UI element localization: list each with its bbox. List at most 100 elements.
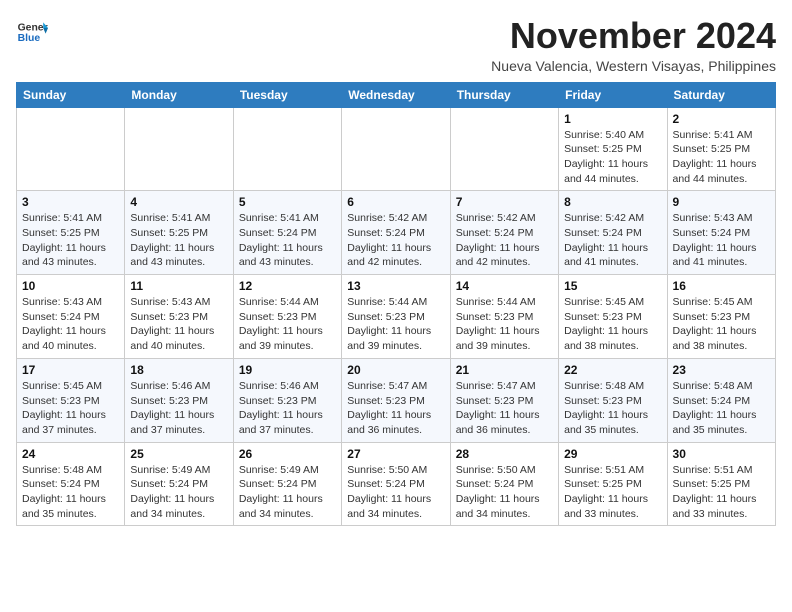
calendar-cell: 4Sunrise: 5:41 AM Sunset: 5:25 PM Daylig… bbox=[125, 191, 233, 275]
calendar-week-row: 1 Sunrise: 5:40 AM Sunset: 5:25 PM Daylig… bbox=[17, 107, 776, 191]
day-info: Sunrise: 5:45 AM Sunset: 5:23 PM Dayligh… bbox=[564, 295, 661, 354]
calendar-cell: 9 Sunrise: 5:43 AM Sunset: 5:24 PM Daylig… bbox=[667, 191, 775, 275]
day-info: Sunrise: 5:48 AM Sunset: 5:24 PM Dayligh… bbox=[673, 379, 770, 438]
calendar-week-row: 10 Sunrise: 5:43 AM Sunset: 5:24 PM Dayli… bbox=[17, 275, 776, 359]
calendar-cell bbox=[125, 107, 233, 191]
calendar-cell: 25 Sunrise: 5:49 AM Sunset: 5:24 PM Dayli… bbox=[125, 442, 233, 526]
day-number: 4 bbox=[130, 195, 227, 209]
logo: General Blue bbox=[16, 16, 48, 48]
day-number: 9 bbox=[673, 195, 770, 209]
logo-icon: General Blue bbox=[16, 16, 48, 48]
day-info: Sunrise: 5:46 AM Sunset: 5:23 PM Dayligh… bbox=[239, 379, 336, 438]
day-number: 12 bbox=[239, 279, 336, 293]
calendar-cell: 17 Sunrise: 5:45 AM Sunset: 5:23 PM Dayli… bbox=[17, 358, 125, 442]
calendar-cell: 29 Sunrise: 5:51 AM Sunset: 5:25 PM Dayli… bbox=[559, 442, 667, 526]
day-info: Sunrise: 5:50 AM Sunset: 5:24 PM Dayligh… bbox=[456, 463, 553, 522]
calendar-week-row: 17 Sunrise: 5:45 AM Sunset: 5:23 PM Dayli… bbox=[17, 358, 776, 442]
calendar-cell: 6 Sunrise: 5:42 AM Sunset: 5:24 PM Daylig… bbox=[342, 191, 450, 275]
day-info: Sunrise: 5:51 AM Sunset: 5:25 PM Dayligh… bbox=[673, 463, 770, 522]
weekday-header-thursday: Thursday bbox=[450, 82, 558, 107]
day-number: 1 bbox=[564, 112, 661, 126]
day-number: 26 bbox=[239, 447, 336, 461]
day-number: 21 bbox=[456, 363, 553, 377]
day-info: Sunrise: 5:46 AM Sunset: 5:23 PM Dayligh… bbox=[130, 379, 227, 438]
day-info: Sunrise: 5:42 AM Sunset: 5:24 PM Dayligh… bbox=[564, 211, 661, 270]
calendar-cell: 5Sunrise: 5:41 AM Sunset: 5:24 PM Daylig… bbox=[233, 191, 341, 275]
day-info: Sunrise: 5:51 AM Sunset: 5:25 PM Dayligh… bbox=[564, 463, 661, 522]
day-number: 28 bbox=[456, 447, 553, 461]
calendar-table: SundayMondayTuesdayWednesdayThursdayFrid… bbox=[16, 82, 776, 527]
day-number: 3 bbox=[22, 195, 119, 209]
day-number: 25 bbox=[130, 447, 227, 461]
day-info: Sunrise: 5:50 AM Sunset: 5:24 PM Dayligh… bbox=[347, 463, 444, 522]
calendar-cell: 22 Sunrise: 5:48 AM Sunset: 5:23 PM Dayli… bbox=[559, 358, 667, 442]
day-number: 8 bbox=[564, 195, 661, 209]
calendar-cell: 14 Sunrise: 5:44 AM Sunset: 5:23 PM Dayli… bbox=[450, 275, 558, 359]
day-number: 16 bbox=[673, 279, 770, 293]
day-info: Sunrise: 5:47 AM Sunset: 5:23 PM Dayligh… bbox=[347, 379, 444, 438]
location-subtitle: Nueva Valencia, Western Visayas, Philipp… bbox=[491, 58, 776, 74]
weekday-header-row: SundayMondayTuesdayWednesdayThursdayFrid… bbox=[17, 82, 776, 107]
day-info: Sunrise: 5:49 AM Sunset: 5:24 PM Dayligh… bbox=[239, 463, 336, 522]
day-info: Sunrise: 5:43 AM Sunset: 5:23 PM Dayligh… bbox=[130, 295, 227, 354]
weekday-header-saturday: Saturday bbox=[667, 82, 775, 107]
day-number: 14 bbox=[456, 279, 553, 293]
day-number: 11 bbox=[130, 279, 227, 293]
day-number: 6 bbox=[347, 195, 444, 209]
calendar-cell: 21 Sunrise: 5:47 AM Sunset: 5:23 PM Dayli… bbox=[450, 358, 558, 442]
calendar-cell: 26 Sunrise: 5:49 AM Sunset: 5:24 PM Dayli… bbox=[233, 442, 341, 526]
day-number: 7 bbox=[456, 195, 553, 209]
day-number: 2 bbox=[673, 112, 770, 126]
day-info: Sunrise: 5:42 AM Sunset: 5:24 PM Dayligh… bbox=[456, 211, 553, 270]
calendar-cell: 27Sunrise: 5:50 AM Sunset: 5:24 PM Dayli… bbox=[342, 442, 450, 526]
day-info: Sunrise: 5:48 AM Sunset: 5:23 PM Dayligh… bbox=[564, 379, 661, 438]
day-info: Sunrise: 5:43 AM Sunset: 5:24 PM Dayligh… bbox=[673, 211, 770, 270]
day-number: 19 bbox=[239, 363, 336, 377]
day-info: Sunrise: 5:41 AM Sunset: 5:25 PM Dayligh… bbox=[673, 128, 770, 187]
day-info: Sunrise: 5:44 AM Sunset: 5:23 PM Dayligh… bbox=[347, 295, 444, 354]
day-number: 22 bbox=[564, 363, 661, 377]
day-info: Sunrise: 5:43 AM Sunset: 5:24 PM Dayligh… bbox=[22, 295, 119, 354]
calendar-cell: 23Sunrise: 5:48 AM Sunset: 5:24 PM Dayli… bbox=[667, 358, 775, 442]
day-number: 24 bbox=[22, 447, 119, 461]
page-header: General Blue November 2024 Nueva Valenci… bbox=[16, 16, 776, 74]
day-info: Sunrise: 5:49 AM Sunset: 5:24 PM Dayligh… bbox=[130, 463, 227, 522]
calendar-cell: 16 Sunrise: 5:45 AM Sunset: 5:23 PM Dayli… bbox=[667, 275, 775, 359]
weekday-header-wednesday: Wednesday bbox=[342, 82, 450, 107]
calendar-cell: 19 Sunrise: 5:46 AM Sunset: 5:23 PM Dayli… bbox=[233, 358, 341, 442]
calendar-cell: 28 Sunrise: 5:50 AM Sunset: 5:24 PM Dayli… bbox=[450, 442, 558, 526]
day-number: 30 bbox=[673, 447, 770, 461]
day-number: 29 bbox=[564, 447, 661, 461]
day-info: Sunrise: 5:48 AM Sunset: 5:24 PM Dayligh… bbox=[22, 463, 119, 522]
weekday-header-friday: Friday bbox=[559, 82, 667, 107]
day-number: 10 bbox=[22, 279, 119, 293]
day-info: Sunrise: 5:44 AM Sunset: 5:23 PM Dayligh… bbox=[456, 295, 553, 354]
day-info: Sunrise: 5:40 AM Sunset: 5:25 PM Dayligh… bbox=[564, 128, 661, 187]
calendar-cell: 24 Sunrise: 5:48 AM Sunset: 5:24 PM Dayli… bbox=[17, 442, 125, 526]
day-number: 15 bbox=[564, 279, 661, 293]
day-info: Sunrise: 5:47 AM Sunset: 5:23 PM Dayligh… bbox=[456, 379, 553, 438]
title-block: November 2024 Nueva Valencia, Western Vi… bbox=[491, 16, 776, 74]
day-info: Sunrise: 5:42 AM Sunset: 5:24 PM Dayligh… bbox=[347, 211, 444, 270]
day-info: Sunrise: 5:41 AM Sunset: 5:24 PM Dayligh… bbox=[239, 211, 336, 270]
calendar-week-row: 3Sunrise: 5:41 AM Sunset: 5:25 PM Daylig… bbox=[17, 191, 776, 275]
calendar-cell bbox=[342, 107, 450, 191]
svg-text:Blue: Blue bbox=[18, 33, 41, 44]
calendar-cell: 30 Sunrise: 5:51 AM Sunset: 5:25 PM Dayli… bbox=[667, 442, 775, 526]
weekday-header-sunday: Sunday bbox=[17, 82, 125, 107]
calendar-cell: 7 Sunrise: 5:42 AM Sunset: 5:24 PM Daylig… bbox=[450, 191, 558, 275]
calendar-cell: 13 Sunrise: 5:44 AM Sunset: 5:23 PM Dayli… bbox=[342, 275, 450, 359]
calendar-cell: 1 Sunrise: 5:40 AM Sunset: 5:25 PM Daylig… bbox=[559, 107, 667, 191]
calendar-week-row: 24 Sunrise: 5:48 AM Sunset: 5:24 PM Dayli… bbox=[17, 442, 776, 526]
month-title: November 2024 bbox=[491, 16, 776, 56]
calendar-cell: 10 Sunrise: 5:43 AM Sunset: 5:24 PM Dayli… bbox=[17, 275, 125, 359]
day-number: 17 bbox=[22, 363, 119, 377]
calendar-cell: 20Sunrise: 5:47 AM Sunset: 5:23 PM Dayli… bbox=[342, 358, 450, 442]
calendar-cell bbox=[450, 107, 558, 191]
day-info: Sunrise: 5:45 AM Sunset: 5:23 PM Dayligh… bbox=[22, 379, 119, 438]
weekday-header-monday: Monday bbox=[125, 82, 233, 107]
day-number: 13 bbox=[347, 279, 444, 293]
day-info: Sunrise: 5:45 AM Sunset: 5:23 PM Dayligh… bbox=[673, 295, 770, 354]
calendar-cell: 11 Sunrise: 5:43 AM Sunset: 5:23 PM Dayli… bbox=[125, 275, 233, 359]
calendar-cell: 12Sunrise: 5:44 AM Sunset: 5:23 PM Dayli… bbox=[233, 275, 341, 359]
